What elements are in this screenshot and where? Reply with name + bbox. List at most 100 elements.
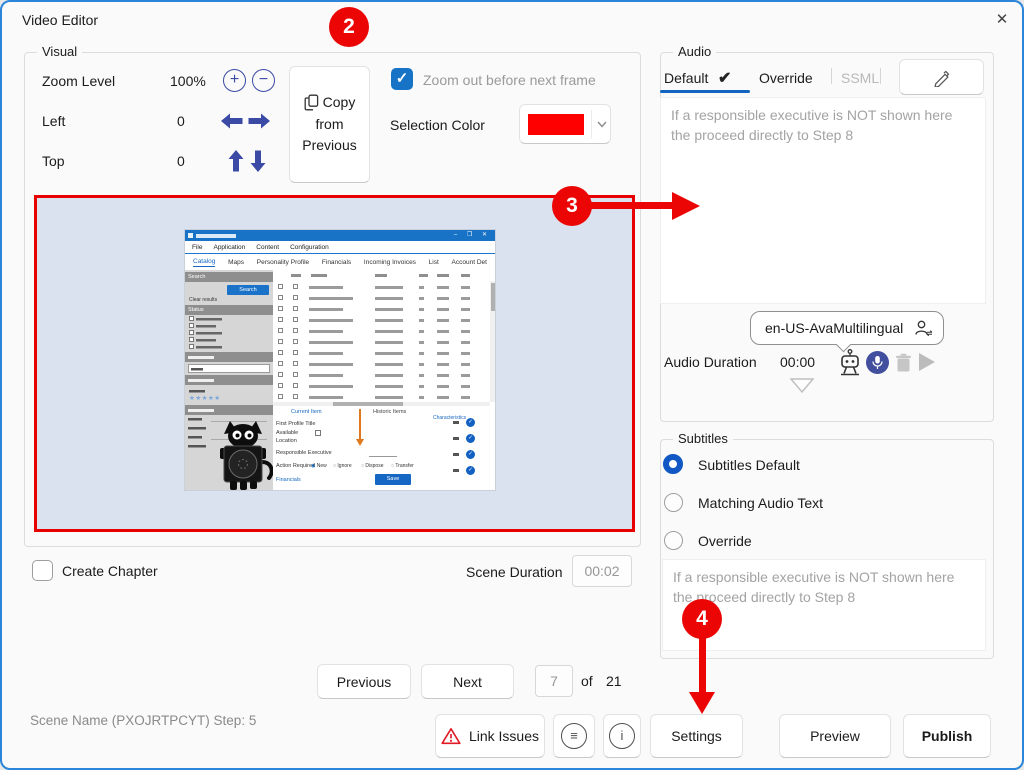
scene-name-status: Scene Name (PXOJRTPCYT) Step: 5 (30, 713, 256, 728)
play-audio-icon[interactable] (919, 353, 935, 371)
preview-window-controls (454, 231, 491, 238)
window-title: Video Editor (22, 12, 98, 28)
cat-mascot (214, 420, 273, 490)
microphone-icon (871, 355, 884, 370)
rating-stars: ★★★★★ (189, 395, 273, 403)
delete-audio-icon[interactable] (895, 353, 912, 372)
link-issues-label: Link Issues (469, 728, 539, 744)
annotation-badge-3: 3 (552, 186, 592, 226)
record-audio-button[interactable] (866, 351, 889, 374)
zoom-out-button[interactable] (252, 69, 275, 92)
next-scene-button[interactable]: Next (421, 664, 514, 699)
voice-swap-icon (914, 319, 934, 339)
page-total: 21 (606, 673, 622, 689)
page-number-input[interactable]: 7 (535, 665, 573, 697)
tab-default[interactable]: Default (664, 70, 708, 86)
audio-group-label: Audio (673, 44, 716, 59)
zoom-out-before-label: Zoom out before next frame (423, 72, 596, 88)
chevron-down-icon (596, 119, 608, 129)
subtitles-default-label: Subtitles Default (698, 457, 800, 473)
left-value: 0 (177, 113, 185, 129)
info-icon: i (609, 723, 635, 749)
create-chapter-checkbox[interactable] (32, 560, 53, 581)
scene-duration-label: Scene Duration (466, 564, 563, 580)
close-icon[interactable]: ✕ (992, 10, 1012, 30)
preview-vertical-scrollbar (490, 281, 495, 402)
scene-duration-input[interactable]: 00:02 (572, 555, 632, 587)
annotation-arrow-4-head (689, 692, 715, 714)
arrow-left-icon (221, 113, 243, 129)
move-left-button[interactable] (221, 113, 243, 134)
table-row (273, 281, 495, 292)
preview-app-window: File Application Content Configuration C… (185, 230, 495, 490)
zoom-level-label: Zoom Level (42, 73, 115, 89)
preview-app-tabs: Catalog Maps Personality Profile Financi… (185, 254, 495, 270)
arrow-right-icon (248, 113, 270, 129)
table-row (273, 292, 495, 303)
preview-app-sidebar: Search Search Clear results Status ★★★★★ (185, 270, 273, 490)
table-row (273, 314, 495, 325)
previous-scene-button[interactable]: Previous (317, 664, 411, 699)
selection-color-dropdown[interactable] (519, 104, 611, 144)
link-issues-button[interactable]: Link Issues (435, 714, 545, 758)
move-right-button[interactable] (248, 113, 270, 134)
tab-ssml[interactable]: SSML (841, 70, 879, 86)
preview-search-button: Search (227, 285, 269, 295)
tab-default-check-icon: ✔ (718, 68, 731, 88)
audio-text-area[interactable]: If a responsible executive is NOT shown … (660, 97, 986, 304)
top-label: Top (42, 153, 65, 169)
preview-app-titlebar (185, 230, 495, 241)
selection-color-swatch (528, 114, 584, 135)
expander-down-icon[interactable] (789, 377, 815, 394)
copy-button-line2: from (316, 114, 344, 136)
left-label: Left (42, 113, 65, 129)
publish-button[interactable]: Publish (903, 714, 991, 758)
preview-button[interactable]: Preview (779, 714, 891, 758)
settings-button[interactable]: Settings (650, 714, 743, 758)
check-circle-icon (466, 466, 475, 475)
circled-lines-icon: ≡ (561, 723, 587, 749)
table-row (273, 391, 495, 402)
annotation-arrow-3-line (587, 202, 675, 209)
annotation-badge-4: 4 (682, 599, 722, 639)
preview-app-menubar: File Application Content Configuration (185, 241, 495, 254)
preview-app-icon (188, 233, 193, 238)
tab-override[interactable]: Override (759, 70, 813, 86)
warning-icon (441, 727, 461, 745)
audio-duration-label: Audio Duration (664, 354, 757, 370)
subtitles-default-radio[interactable] (663, 454, 683, 474)
copy-from-previous-button[interactable]: Copy from Previous (289, 66, 370, 183)
tts-robot-icon[interactable] (838, 349, 862, 376)
table-row (273, 303, 495, 314)
move-up-button[interactable] (228, 150, 244, 177)
preview-app-form: Current Item Historic Items Characterist… (273, 406, 495, 490)
pencil-icon (932, 68, 951, 87)
page-of-label: of (581, 673, 593, 689)
tab-default-underline (660, 90, 750, 93)
matching-audio-text-radio[interactable] (664, 493, 683, 512)
info-button[interactable]: i (603, 714, 641, 758)
zoom-out-before-checkbox[interactable] (391, 68, 413, 90)
copy-button-line1: Copy (323, 92, 356, 114)
voice-name: en-US-AvaMultilingual (765, 320, 903, 336)
zoom-in-button[interactable] (223, 69, 246, 92)
table-row (273, 336, 495, 347)
annotation-arrow-4-line (699, 637, 706, 692)
annotation-arrow-3-head (672, 192, 700, 220)
subtitles-override-radio[interactable] (664, 531, 683, 550)
video-editor-dialog: Video Editor ✕ 2 Visual Zoom Level 100% … (0, 0, 1024, 770)
move-down-button[interactable] (250, 150, 266, 177)
preview-app-table: Current Item Historic Items Characterist… (273, 270, 495, 490)
create-chapter-label: Create Chapter (62, 563, 158, 579)
scene-preview-image: File Application Content Configuration C… (34, 195, 635, 532)
annotation-badge-2: 2 (329, 7, 369, 47)
check-circle-icon (466, 434, 475, 443)
edit-audio-button[interactable] (899, 59, 984, 95)
table-row (273, 358, 495, 369)
notes-button[interactable]: ≡ (553, 714, 595, 758)
table-row (273, 369, 495, 380)
selection-color-label: Selection Color (390, 117, 485, 133)
subtitles-override-label: Override (698, 533, 752, 549)
orange-arrow-annotation (359, 409, 361, 439)
table-row (273, 325, 495, 336)
